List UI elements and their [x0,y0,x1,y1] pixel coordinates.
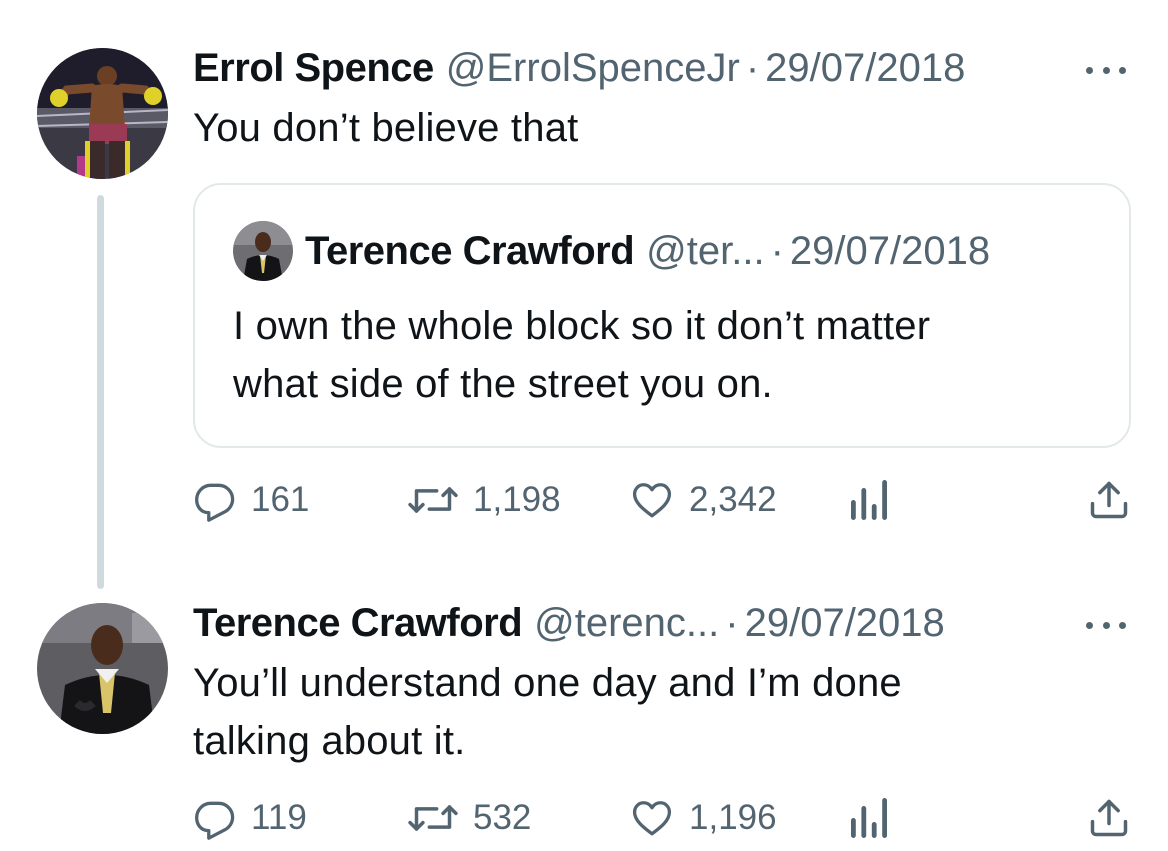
reply-count: 161 [251,480,310,519]
share-button[interactable] [1087,793,1131,843]
thread-line [97,195,104,589]
tweet-header: Errol Spence @ErrolSpenceJr · 29/07/2018 [193,44,965,92]
avatar [233,221,293,281]
tweet-text-line: talking about it. [193,719,466,763]
separator: · [745,46,760,90]
more-icon[interactable] [1086,64,1126,76]
separator: · [770,229,784,273]
views-button[interactable] [849,475,889,525]
views-button[interactable] [849,793,889,843]
tweet-date[interactable]: 29/07/2018 [765,44,965,92]
repost-count: 532 [473,798,532,837]
views-icon [849,478,889,522]
like-count: 2,342 [689,480,777,519]
like-icon [629,796,675,840]
tweet-actions: 119 532 1,196 [193,793,1133,843]
quote-text-line: I own the whole block so it don’t matter [233,304,931,348]
author-handle[interactable]: @terenc... [534,599,719,647]
separator: · [725,601,739,645]
quote-author-name: Terence Crawford [305,229,635,273]
reply-button[interactable]: 161 [193,475,309,525]
share-icon [1087,478,1131,522]
repost-button[interactable]: 1,198 [407,475,561,525]
tweet-header: Terence Crawford @terenc... · 29/07/2018 [193,599,945,647]
avatar[interactable] [37,603,168,734]
repost-button[interactable]: 532 [407,793,531,843]
tweet-actions: 161 1,198 2,342 [193,475,1133,525]
author-name[interactable]: Terence Crawford [193,599,523,647]
repost-icon [407,796,459,840]
like-button[interactable]: 2,342 [629,475,777,525]
author-handle[interactable]: @ErrolSpenceJr [446,44,740,92]
like-button[interactable]: 1,196 [629,793,777,843]
like-count: 1,196 [689,798,777,837]
reply-icon [193,478,237,522]
like-icon [629,478,675,522]
more-icon[interactable] [1086,619,1126,631]
avatar[interactable] [37,48,168,179]
tweet-date[interactable]: 29/07/2018 [745,599,945,647]
views-icon [849,796,889,840]
tweet-text: You don’t believe that [193,106,579,150]
reply-count: 119 [251,798,307,837]
share-button[interactable] [1087,475,1131,525]
reply-button[interactable]: 119 [193,793,307,843]
repost-icon [407,478,459,522]
quote-date: 29/07/2018 [789,229,991,273]
repost-count: 1,198 [473,480,561,519]
author-name[interactable]: Errol Spence [193,44,434,92]
quote-header: Terence Crawford @ter... · 29/07/2018 [305,227,990,275]
quote-text-line: what side of the street you on. [233,362,773,406]
share-icon [1087,796,1131,840]
tweet-text-line: You’ll understand one day and I’m done [193,661,902,705]
quoted-tweet-card[interactable]: Terence Crawford @ter... · 29/07/2018 I … [193,183,1131,448]
quote-author-handle: @ter... [646,229,765,273]
reply-icon [193,796,237,840]
